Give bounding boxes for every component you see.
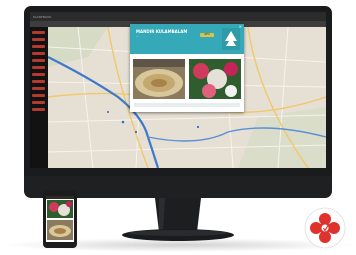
sidebar-item[interactable] [32, 66, 45, 69]
sidebar [30, 27, 48, 168]
app-titlebar: PLANTBOOK [30, 12, 326, 21]
red-flower-logo-icon [304, 207, 346, 249]
sidebar-item[interactable] [32, 52, 45, 55]
info-popup: MANDIR KULAMBALAM — INFO × [130, 24, 244, 112]
sidebar-item[interactable] [32, 87, 45, 90]
tree-logo-icon [222, 28, 240, 50]
phone-screen [46, 196, 74, 242]
sidebar-item[interactable] [32, 38, 45, 41]
popup-title: MANDIR KULAMBALAM [136, 29, 188, 34]
sidebar-item[interactable] [32, 73, 45, 76]
monitor-stand-neck [155, 198, 201, 232]
photo-flowers[interactable] [189, 59, 241, 99]
popup-badge-label: INFO [204, 33, 210, 36]
popup-header: MANDIR KULAMBALAM — INFO × [130, 24, 244, 54]
photo-mandala[interactable] [133, 59, 185, 99]
monitor-screen: PLANTBOOK MANDIR KULAMBALAM — INFO × [30, 12, 326, 168]
monitor-stand-base [122, 229, 234, 241]
close-icon[interactable]: × [239, 25, 242, 29]
sidebar-item[interactable] [32, 80, 45, 83]
sidebar-item[interactable] [32, 31, 45, 34]
sidebar-item[interactable] [32, 59, 45, 62]
sidebar-item[interactable] [32, 94, 45, 97]
sidebar-item[interactable] [32, 101, 45, 104]
sidebar-item[interactable] [32, 45, 45, 48]
popup-body [130, 54, 244, 112]
sidebar-item[interactable] [32, 108, 45, 111]
app-title: PLANTBOOK [33, 14, 52, 19]
popup-info-button[interactable]: INFO [200, 33, 214, 37]
popup-footer [134, 103, 240, 107]
popup-subtitle: — [136, 35, 139, 38]
